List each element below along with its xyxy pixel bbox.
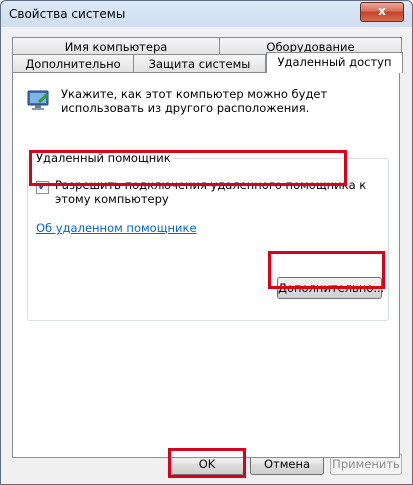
remote-tab-panel: Укажите, как этот компьютер можно будет …	[12, 72, 400, 458]
allow-remote-assistance-checkbox[interactable]: ✔	[36, 180, 49, 194]
info-text: Укажите, как этот компьютер можно будет …	[61, 87, 328, 115]
window-title: Свойства системы	[9, 7, 126, 21]
dialog-body: Имя компьютера Оборудование Дополнительн…	[8, 28, 405, 478]
close-button[interactable]: x	[360, 2, 404, 22]
tab-label: Имя компьютера	[64, 40, 168, 54]
system-properties-window: Свойства системы x Имя компьютера Оборуд…	[0, 0, 413, 485]
tab-remote[interactable]: Удаленный доступ	[266, 52, 403, 73]
remote-desktop-icon	[27, 89, 51, 113]
tab-system-protection[interactable]: Защита системы	[133, 54, 266, 72]
advanced-button[interactable]: Дополнительно...	[277, 277, 384, 299]
tab-advanced[interactable]: Дополнительно	[12, 54, 134, 72]
allow-remote-assistance-label[interactable]: Разрешить подключения удаленного помощни…	[55, 178, 370, 206]
tab-label: Дополнительно	[25, 57, 121, 71]
remote-assistance-group: Удаленный помощник ✔ Разрешить подключен…	[27, 151, 389, 321]
checkmark-icon: ✔	[38, 180, 48, 193]
title-bar[interactable]: Свойства системы x	[1, 1, 412, 27]
tab-label: Удаленный доступ	[277, 55, 392, 69]
about-remote-assistance-link[interactable]: Об удаленном помощнике	[36, 221, 197, 235]
group-title: Удаленный помощник	[34, 151, 173, 165]
tab-label: Защита системы	[148, 57, 251, 71]
tab-computer-name[interactable]: Имя компьютера	[12, 37, 220, 55]
